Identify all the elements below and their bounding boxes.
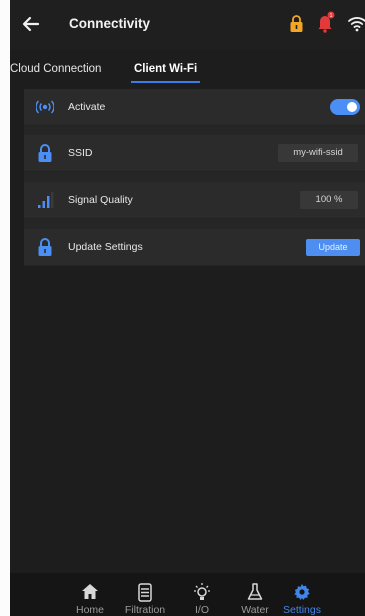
signal-quality-row: Signal Quality 100 % (24, 182, 365, 219)
back-arrow-icon[interactable] (21, 13, 41, 35)
gear-icon (294, 584, 310, 600)
nav-settings[interactable]: Settings (272, 573, 332, 616)
nav-label: Settings (283, 604, 321, 616)
activate-label: Activate (68, 101, 106, 113)
lock-icon (38, 238, 52, 256)
filtration-icon (138, 583, 152, 602)
update-settings-label: Update Settings (68, 241, 143, 253)
signal-quality-label: Signal Quality (68, 194, 133, 206)
tab-bar: Cloud Connection Client Wi-Fi (10, 60, 365, 86)
nav-label: Home (75, 604, 104, 616)
ssid-row: SSID my-wifi-ssid (24, 135, 365, 172)
nav-io[interactable]: I/O (172, 573, 232, 616)
wifi-settings-card: Activate SSID my-wifi-ssid Signal Qualit… (24, 89, 365, 266)
app-screen: Connectivity 1 Cloud Connection Client W… (10, 0, 365, 616)
activate-row: Activate (24, 89, 365, 126)
home-icon (82, 584, 98, 599)
lock-icon (38, 144, 52, 162)
top-bar: Connectivity 1 (10, 0, 365, 50)
ssid-input[interactable]: my-wifi-ssid (278, 144, 358, 162)
tab-cloud-connection[interactable]: Cloud Connection (10, 60, 101, 86)
lightbulb-icon (194, 583, 210, 600)
page-title: Connectivity (69, 16, 151, 31)
bottom-navigation: Home Filtration I/O Water Settings (10, 573, 365, 616)
ssid-label: SSID (68, 147, 93, 159)
activate-toggle[interactable] (330, 99, 360, 115)
tab-label: Cloud Connection (10, 63, 102, 75)
nav-home[interactable]: Home (60, 573, 120, 616)
nav-label: Filtration (124, 604, 166, 616)
nav-filtration[interactable]: Filtration (115, 573, 175, 616)
active-tab-indicator (131, 81, 201, 83)
signal-bars-icon (38, 192, 54, 208)
notification-bell-icon[interactable]: 1 (317, 11, 335, 33)
signal-quality-value: 100 % (300, 191, 358, 209)
update-settings-row: Update Settings Update (24, 229, 365, 266)
nav-label: I/O (194, 604, 209, 616)
notification-count: 1 (330, 13, 333, 19)
lock-icon[interactable] (290, 14, 303, 33)
flask-icon (247, 583, 263, 600)
toggle-knob (347, 102, 357, 112)
wifi-icon[interactable] (348, 15, 365, 32)
broadcast-icon (36, 100, 54, 114)
update-button[interactable]: Update (306, 239, 360, 256)
tab-client-wifi[interactable]: Client Wi-Fi (131, 60, 201, 86)
tab-label: Client Wi-Fi (134, 63, 198, 75)
